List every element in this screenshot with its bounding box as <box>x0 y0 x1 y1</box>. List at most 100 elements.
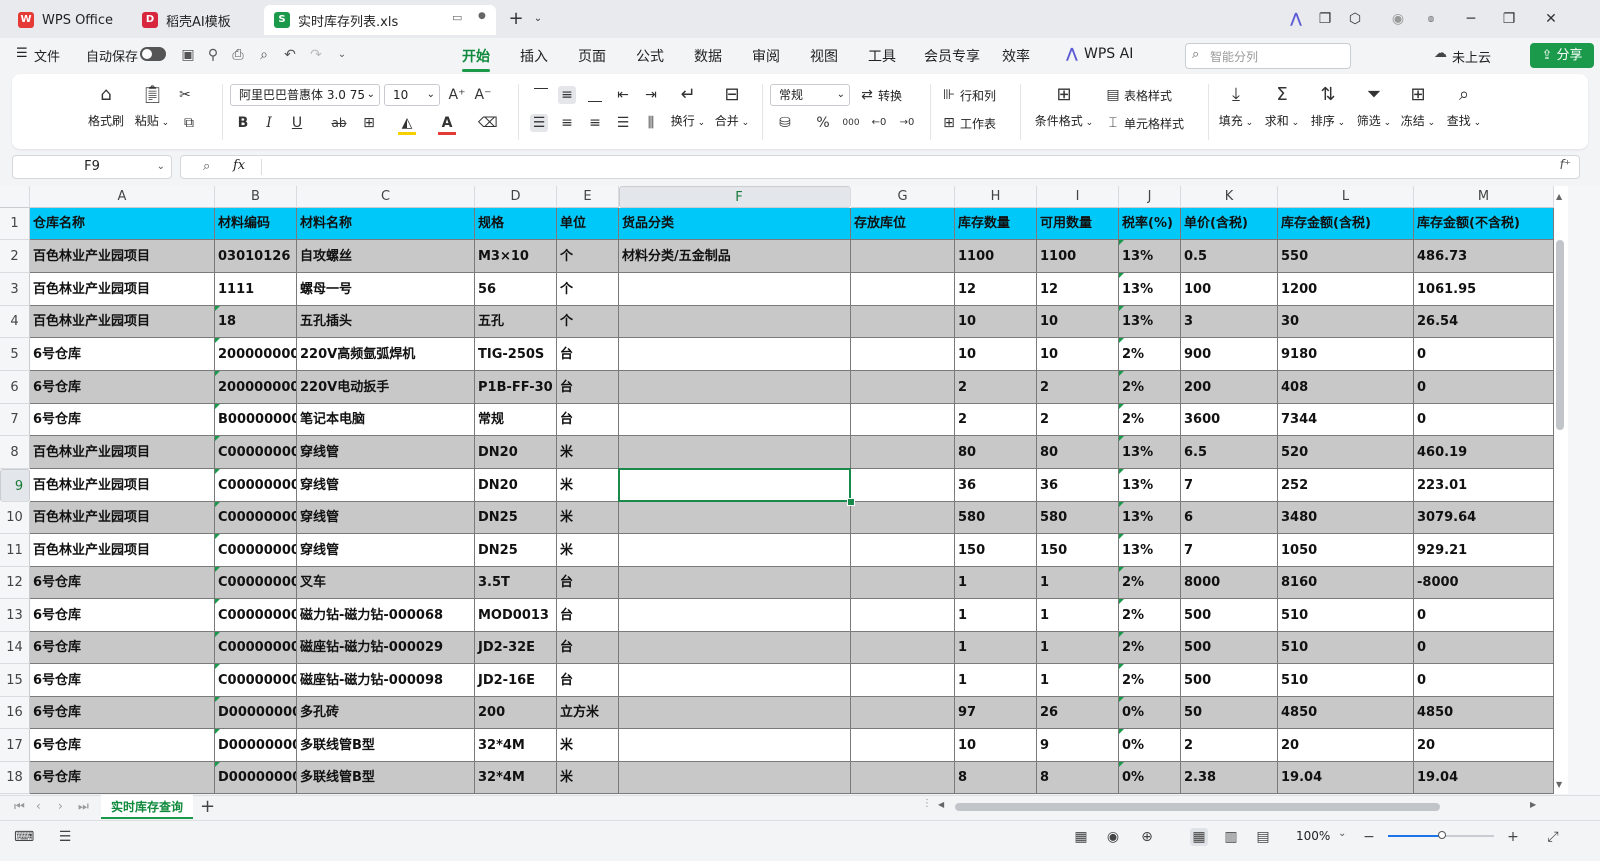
table-cell[interactable]: M3×10 <box>475 240 557 273</box>
table-cell[interactable]: 1200 <box>1278 273 1414 306</box>
table-cell[interactable]: 580 <box>955 502 1037 534</box>
table-cell[interactable] <box>851 697 955 729</box>
table-cell[interactable] <box>851 534 955 567</box>
table-cell[interactable]: 8 <box>1037 762 1119 794</box>
table-cell[interactable]: 200 <box>1181 371 1278 404</box>
table-cell[interactable]: 200 <box>475 697 557 729</box>
sort-button[interactable]: ⇅ 排序 ⌄ <box>1308 84 1348 129</box>
table-cell[interactable] <box>851 762 955 794</box>
header-cell[interactable]: 库存金额(含税) <box>1278 208 1414 240</box>
table-cell[interactable]: 2 <box>955 371 1037 404</box>
table-cell[interactable]: 10 <box>955 338 1037 371</box>
row-header[interactable]: 6 <box>0 371 30 404</box>
name-box[interactable]: F9 ⌄ <box>12 155 172 179</box>
header-cell[interactable]: 可用数量 <box>1037 208 1119 240</box>
table-cell[interactable]: 1 <box>955 664 1037 697</box>
table-cell[interactable]: 台 <box>557 632 619 664</box>
row-col-icon[interactable]: ⊪ <box>940 86 958 104</box>
redo-icon[interactable]: ↷ <box>308 47 324 63</box>
table-cell[interactable]: 19.04 <box>1414 762 1554 794</box>
table-cell[interactable]: 8 <box>955 762 1037 794</box>
table-cell[interactable]: 1050 <box>1278 534 1414 567</box>
decimal-increase-icon[interactable]: ←0 <box>870 114 888 132</box>
table-cell[interactable]: 13% <box>1119 273 1181 306</box>
hamburger-icon[interactable]: ☰ <box>16 46 28 61</box>
row-header[interactable]: 14 <box>0 632 30 664</box>
table-cell[interactable]: 460.19 <box>1414 436 1554 469</box>
table-cell[interactable]: 0% <box>1119 762 1181 794</box>
table-cell[interactable]: 500 <box>1181 599 1278 632</box>
header-cell[interactable]: 规格 <box>475 208 557 240</box>
table-cell[interactable]: 2 <box>955 404 1037 436</box>
table-cell[interactable]: DN20 <box>475 436 557 469</box>
table-cell[interactable]: 900 <box>1181 338 1278 371</box>
header-cell[interactable]: 库存数量 <box>955 208 1037 240</box>
table-cell[interactable]: JD2-16E <box>475 664 557 697</box>
format-painter-button[interactable]: ⌂ 格式刷 <box>86 84 126 129</box>
table-cell[interactable]: 4850 <box>1278 697 1414 729</box>
font-grow-icon[interactable]: A⁺ <box>448 86 466 104</box>
table-cell[interactable] <box>619 436 851 469</box>
table-style-icon[interactable]: ▤ <box>1104 86 1122 104</box>
tab-docer[interactable]: D 稻壳AI模板 <box>132 5 256 35</box>
font-name-select[interactable]: 阿里巴巴普惠体 3.0 75 ⌄ <box>230 84 380 106</box>
cell-style-button[interactable]: 单元格样式 <box>1124 115 1184 132</box>
tab-member[interactable]: 会员专享 <box>924 46 980 66</box>
table-cell[interactable]: 五孔插头 <box>297 306 475 338</box>
tab-spreadsheet[interactable]: S 实时库存列表.xls ▭ ● <box>264 5 496 35</box>
table-cell[interactable]: 36 <box>955 469 1037 502</box>
search-box[interactable]: ⌕ 智能分列 <box>1185 43 1351 69</box>
table-cell[interactable]: 13% <box>1119 436 1181 469</box>
table-cell[interactable] <box>619 306 851 338</box>
table-cell[interactable]: C000000002 <box>215 632 297 664</box>
column-header[interactable]: K <box>1181 186 1278 208</box>
table-cell[interactable]: 2000000000 <box>215 371 297 404</box>
table-cell[interactable]: 150 <box>955 534 1037 567</box>
table-cell[interactable]: 20 <box>1414 729 1554 762</box>
filter-button[interactable]: ⏷ 筛选 ⌄ <box>1354 84 1394 129</box>
table-cell[interactable]: 螺母一号 <box>297 273 475 306</box>
table-cell[interactable]: 500 <box>1181 632 1278 664</box>
table-cell[interactable]: 03010126 <box>215 240 297 273</box>
fill-handle[interactable] <box>847 498 855 506</box>
table-cell[interactable]: 米 <box>557 762 619 794</box>
table-cell[interactable]: 8000 <box>1181 567 1278 599</box>
sheet-tab-active[interactable]: 实时库存查询 <box>101 795 193 819</box>
unsaved-dot-icon[interactable]: ● <box>478 11 486 21</box>
header-cell[interactable]: 税率(%) <box>1119 208 1181 240</box>
table-cell[interactable]: 6号仓库 <box>30 567 215 599</box>
table-cell[interactable] <box>851 469 955 502</box>
spreadsheet-grid[interactable]: A B C D E F G H I J K L M 1 仓库名称 材料编码 材料名称 规格 单位 货品分类 存放库位 库存… <box>0 186 1568 794</box>
chevron-down-icon[interactable]: ⌄ <box>1338 828 1346 839</box>
table-cell[interactable]: 1100 <box>1037 240 1119 273</box>
table-cell[interactable]: 百色林业产业园项目 <box>30 469 215 502</box>
thousands-button[interactable]: 000 <box>842 114 860 132</box>
table-cell[interactable]: 台 <box>557 599 619 632</box>
table-cell[interactable]: 6 <box>1181 502 1278 534</box>
table-cell[interactable]: 10 <box>955 306 1037 338</box>
table-cell[interactable] <box>619 729 851 762</box>
table-cell[interactable] <box>619 502 851 534</box>
table-cell[interactable]: 材料分类/五金制品 <box>619 240 851 273</box>
autosave-toggle[interactable] <box>140 47 166 61</box>
table-cell[interactable]: 13% <box>1119 240 1181 273</box>
table-cell[interactable]: 2% <box>1119 632 1181 664</box>
table-cell[interactable]: 20 <box>1278 729 1414 762</box>
prev-sheet-icon[interactable]: ‹ <box>36 799 41 813</box>
align-top-icon[interactable]: ⎺ <box>532 86 550 104</box>
font-color-icon[interactable]: A <box>438 114 456 135</box>
column-header[interactable]: D <box>475 186 557 208</box>
table-cell[interactable]: 2 <box>1037 404 1119 436</box>
table-cell[interactable]: DN25 <box>475 502 557 534</box>
table-cell[interactable]: MOD0013 <box>475 599 557 632</box>
freeze-button[interactable]: ⊞ 冻结 ⌄ <box>1398 84 1438 129</box>
zoom-out-icon[interactable]: − <box>1360 828 1378 846</box>
table-cell[interactable]: C000000002 <box>215 664 297 697</box>
wrap-button[interactable]: ↵ 换行 ⌄ <box>668 84 708 129</box>
table-cell[interactable]: 6号仓库 <box>30 404 215 436</box>
select-all-corner[interactable] <box>0 186 30 208</box>
table-cell[interactable]: 磁座钻-磁力钻-000029 <box>297 632 475 664</box>
cloud-icon[interactable]: ☁ <box>1434 46 1447 61</box>
merge-button[interactable]: ⊟ 合并 ⌄ <box>712 84 752 129</box>
table-cell[interactable] <box>619 273 851 306</box>
